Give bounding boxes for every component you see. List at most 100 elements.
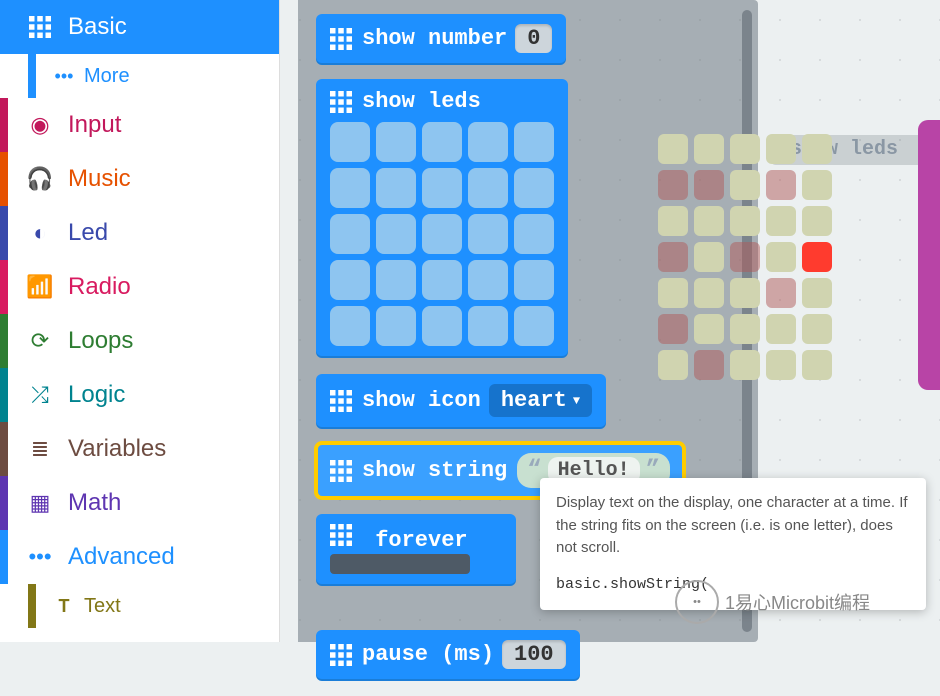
led-preview-cell xyxy=(694,170,724,200)
block-show-leds[interactable]: show leds xyxy=(316,79,568,356)
led-cell[interactable] xyxy=(330,168,370,208)
category-label: Basic xyxy=(68,13,127,41)
category-stripe xyxy=(0,476,8,530)
category-stripe xyxy=(0,422,8,476)
block-label: show leds xyxy=(362,89,481,114)
category-sidebar: Basic ••• More ◉ Input 🎧 Music ◐ Led 📶 R… xyxy=(0,0,280,642)
music-icon: 🎧 xyxy=(26,165,54,193)
led-preview xyxy=(652,128,830,386)
led-preview-cell xyxy=(730,134,760,164)
category-variables[interactable]: ≣ Variables xyxy=(0,422,279,476)
led-preview-cell xyxy=(730,350,760,380)
category-label: More xyxy=(84,65,130,88)
led-cell[interactable] xyxy=(330,214,370,254)
led-preview-cell xyxy=(766,242,796,272)
category-led[interactable]: ◐ Led xyxy=(0,206,279,260)
category-text[interactable]: T Text xyxy=(0,584,279,628)
category-advanced[interactable]: ••• Advanced xyxy=(0,530,279,584)
icon-dropdown[interactable]: heart ▼ xyxy=(489,384,592,417)
category-logic[interactable]: ⤮ Logic xyxy=(0,368,279,422)
variables-icon: ≣ xyxy=(26,435,54,463)
led-grid-editor[interactable] xyxy=(330,122,554,346)
led-preview-cell xyxy=(694,350,724,380)
led-preview-cell xyxy=(694,134,724,164)
category-stripe xyxy=(0,260,8,314)
led-cell[interactable] xyxy=(330,122,370,162)
led-preview-cell xyxy=(658,314,688,344)
led-cell[interactable] xyxy=(422,260,462,300)
logic-icon: ⤮ xyxy=(26,381,54,409)
led-cell[interactable] xyxy=(376,168,416,208)
category-label: Math xyxy=(68,489,121,517)
block-label: forever xyxy=(375,528,467,553)
category-basic[interactable]: Basic xyxy=(0,0,279,54)
led-cell[interactable] xyxy=(330,306,370,346)
advanced-icon: ••• xyxy=(26,543,54,571)
category-stripe xyxy=(0,530,8,584)
led-cell[interactable] xyxy=(422,168,462,208)
led-cell[interactable] xyxy=(514,214,554,254)
led-preview-cell xyxy=(802,242,832,272)
category-more[interactable]: ••• More xyxy=(0,54,279,98)
led-cell[interactable] xyxy=(514,122,554,162)
led-cell[interactable] xyxy=(468,306,508,346)
block-show-icon[interactable]: show icon heart ▼ xyxy=(316,374,606,427)
grid-icon xyxy=(330,460,352,482)
led-cell[interactable] xyxy=(422,306,462,346)
led-preview-cell xyxy=(730,278,760,308)
category-label: Led xyxy=(68,219,108,247)
category-label: Logic xyxy=(68,381,125,409)
led-preview-cell xyxy=(730,206,760,236)
led-preview-cell xyxy=(802,350,832,380)
category-stripe xyxy=(0,152,8,206)
tooltip-text: Display text on the display, one charact… xyxy=(556,492,910,560)
category-stripe xyxy=(0,206,8,260)
led-preview-cell xyxy=(658,242,688,272)
led-preview-cell xyxy=(658,134,688,164)
led-preview-cell xyxy=(766,134,796,164)
led-cell[interactable] xyxy=(514,260,554,300)
partial-block-right[interactable] xyxy=(918,120,940,390)
led-cell[interactable] xyxy=(468,122,508,162)
led-preview-cell xyxy=(694,206,724,236)
led-cell[interactable] xyxy=(468,168,508,208)
category-music[interactable]: 🎧 Music xyxy=(0,152,279,206)
block-label: show icon xyxy=(362,388,481,413)
category-label: Loops xyxy=(68,327,133,355)
led-preview-cell xyxy=(802,314,832,344)
grid-icon xyxy=(330,524,352,546)
led-cell[interactable] xyxy=(376,260,416,300)
led-cell[interactable] xyxy=(376,122,416,162)
block-show-number[interactable]: show number 0 xyxy=(316,14,566,63)
watermark: •• 1易心Microbit编程 xyxy=(675,580,870,624)
grid-icon xyxy=(330,390,352,412)
led-cell[interactable] xyxy=(330,260,370,300)
category-input[interactable]: ◉ Input xyxy=(0,98,279,152)
number-input[interactable]: 100 xyxy=(502,640,566,669)
block-forever[interactable]: forever xyxy=(316,514,516,584)
led-cell[interactable] xyxy=(514,168,554,208)
led-cell[interactable] xyxy=(376,306,416,346)
led-preview-cell xyxy=(658,170,688,200)
led-preview-cell xyxy=(802,206,832,236)
category-stripe xyxy=(28,584,36,628)
led-cell[interactable] xyxy=(422,214,462,254)
category-math[interactable]: ▦ Math xyxy=(0,476,279,530)
led-preview-cell xyxy=(730,314,760,344)
led-preview-cell xyxy=(730,170,760,200)
led-cell[interactable] xyxy=(376,214,416,254)
led-cell[interactable] xyxy=(514,306,554,346)
led-preview-cell xyxy=(802,278,832,308)
block-pause[interactable]: pause (ms) 100 xyxy=(316,630,580,679)
led-cell[interactable] xyxy=(468,260,508,300)
led-preview-cell xyxy=(766,170,796,200)
led-cell[interactable] xyxy=(422,122,462,162)
led-cell[interactable] xyxy=(468,214,508,254)
workspace-canvas[interactable]: show leds show number 0 show leds show i… xyxy=(280,0,940,642)
category-radio[interactable]: 📶 Radio xyxy=(0,260,279,314)
led-preview-cell xyxy=(730,242,760,272)
category-label: Variables xyxy=(68,435,166,463)
grid-icon xyxy=(330,644,352,666)
number-input[interactable]: 0 xyxy=(515,24,552,53)
category-loops[interactable]: ⟳ Loops xyxy=(0,314,279,368)
